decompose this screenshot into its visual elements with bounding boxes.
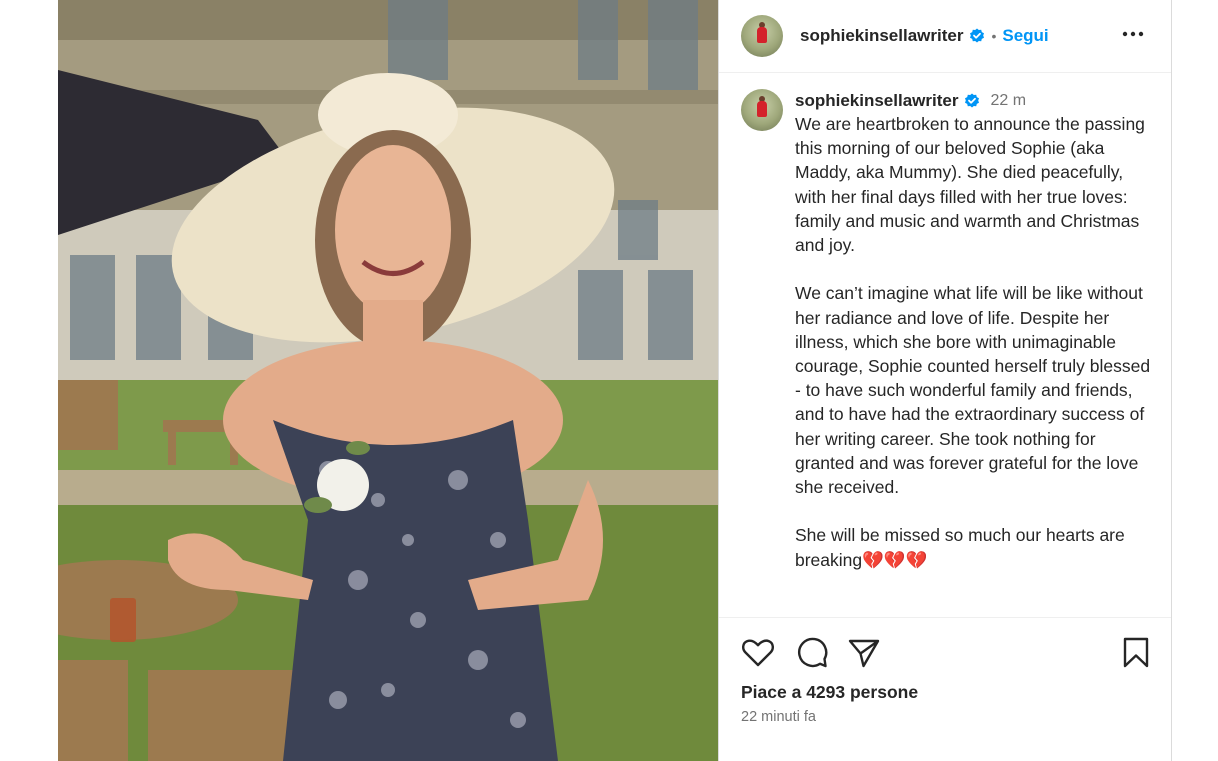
comment-icon[interactable] [795,636,829,670]
bookmark-icon[interactable] [1119,636,1153,670]
caption-text: We are heartbroken to announce the passi… [795,114,1151,570]
post-sidebar: sophiekinsellawriter • Segui sophiekinse… [718,0,1172,761]
post-header: sophiekinsellawriter • Segui [719,0,1171,73]
author-avatar[interactable] [741,15,783,57]
caption-area: sophiekinsellawriter 22 m We are heartbr… [741,88,1153,572]
photo-illustration [58,0,718,761]
verified-badge-icon [970,28,985,43]
actions-divider [719,617,1171,618]
share-icon[interactable] [847,636,881,670]
caption-avatar[interactable] [741,89,783,131]
caption-username[interactable]: sophiekinsellawriter [795,91,958,111]
separator-dot: • [991,28,997,44]
more-options-icon[interactable] [1121,22,1145,46]
caption-time: 22 m [990,92,1027,109]
author-username[interactable]: sophiekinsellawriter [800,26,963,46]
heart-icon[interactable] [741,636,775,670]
post-photo[interactable] [58,0,718,761]
action-bar [741,636,1149,670]
follow-button[interactable]: Segui [1002,26,1048,46]
likes-count[interactable]: Piace a 4293 persone [741,682,918,703]
verified-badge-icon [965,93,980,108]
posted-time: 22 minuti fa [741,709,816,725]
